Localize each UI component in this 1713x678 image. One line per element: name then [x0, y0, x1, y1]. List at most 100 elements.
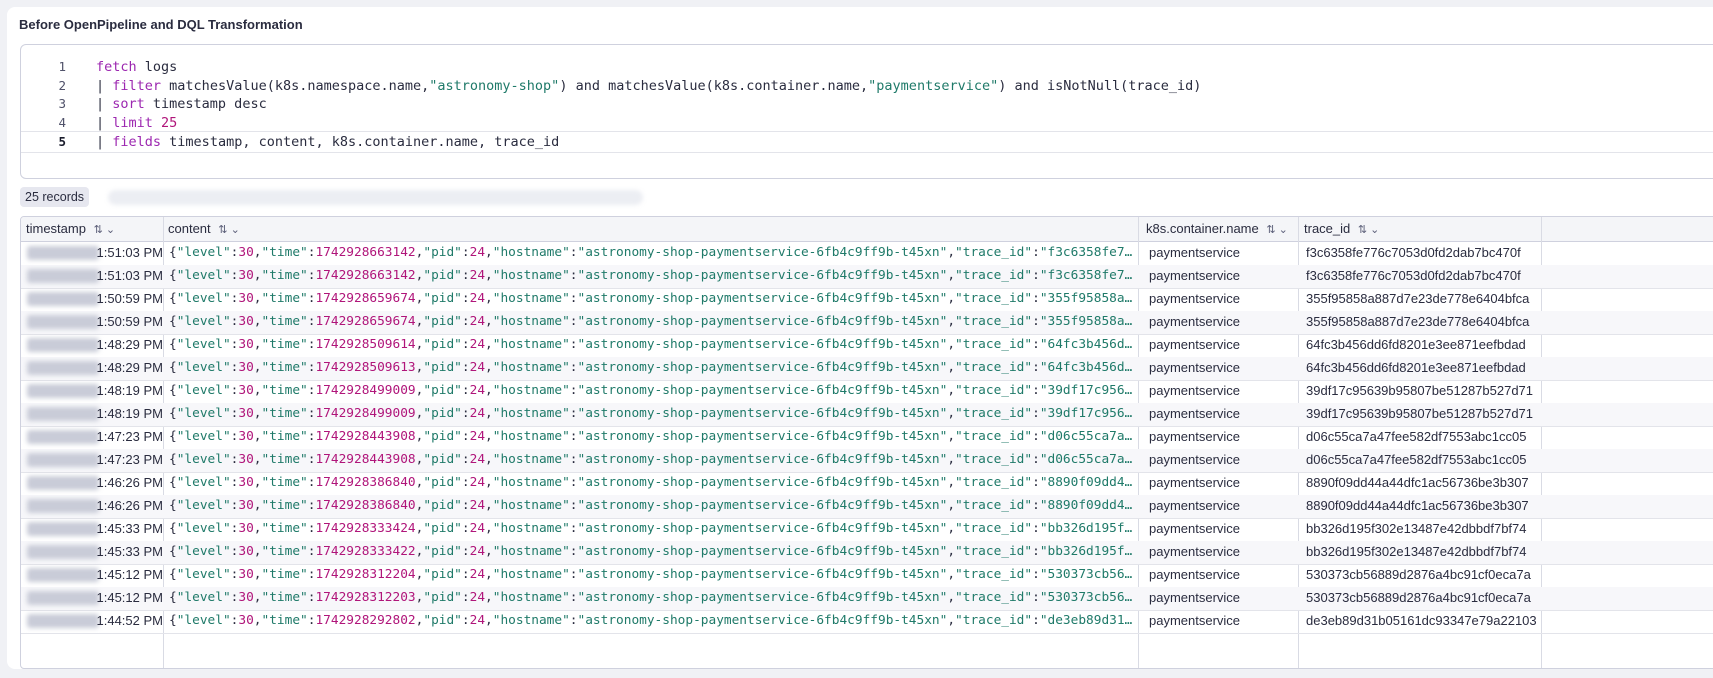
json-punct: :	[461, 245, 470, 260]
json-key: "pid"	[423, 498, 462, 513]
editor-line[interactable]: 3 | sort timestamp desc	[21, 94, 1713, 114]
content-cell: {"level":30,"time":1742928312204,"pid":2…	[169, 564, 1134, 586]
json-string: "64fc3b456d…	[1039, 337, 1133, 352]
table-row[interactable]: 1:44:52 PM {"level":30,"time":17429282928…	[21, 610, 1713, 634]
dql-editor[interactable]: 1 fetch logs 2 | filter matchesValue(k8s.na…	[20, 44, 1713, 179]
json-punct: ,	[485, 406, 493, 421]
json-key: "trace_id"	[955, 268, 1033, 283]
json-punct: :	[569, 613, 578, 628]
json-punct: ,	[485, 268, 493, 283]
json-key: "hostname"	[492, 590, 570, 605]
json-key: "trace_id"	[955, 360, 1033, 375]
json-key: "time"	[261, 567, 308, 582]
sort-icon[interactable]: ⇅	[218, 224, 227, 236]
chevron-down-icon[interactable]: ⌄	[231, 224, 240, 236]
json-key: "hostname"	[492, 245, 570, 260]
line-number: 3	[58, 96, 66, 111]
editor-line[interactable]: 2 | filter matchesValue(k8s.namespace.nam…	[21, 76, 1713, 96]
code-token: matchesValue(k8s.namespace.name,	[161, 77, 430, 94]
table-row[interactable]: 1:50:59 PM {"level":30,"time":17429286596…	[21, 288, 1713, 312]
table-row[interactable]: 1:48:19 PM {"level":30,"time":17429284990…	[21, 403, 1713, 427]
table-row[interactable]: 1:48:29 PM {"level":30,"time":17429285096…	[21, 334, 1713, 358]
json-punct: :	[461, 452, 470, 467]
json-punct: :	[1032, 498, 1040, 513]
json-punct: ,	[253, 314, 262, 329]
json-string: "64fc3b456d…	[1039, 360, 1133, 375]
json-string: "39df17c956…	[1039, 406, 1133, 421]
table-row[interactable]: 1:46:26 PM {"level":30,"time":17429283868…	[21, 495, 1713, 519]
json-punct: ,	[253, 475, 262, 490]
table-row[interactable]: 1:47:23 PM {"level":30,"time":17429284439…	[21, 426, 1713, 450]
json-punct: :	[1032, 383, 1040, 398]
table-row[interactable]: 1:51:03 PM {"level":30,"time":17429286631…	[21, 242, 1713, 266]
json-key: "time"	[261, 383, 308, 398]
json-punct: ,	[485, 291, 493, 306]
code-text[interactable]: | limit 25	[96, 113, 177, 133]
json-punct: ,	[947, 268, 956, 283]
sort-icon[interactable]: ⇅	[94, 224, 103, 236]
json-string: "530373cb56…	[1039, 567, 1133, 582]
json-key: "time"	[261, 475, 308, 490]
timestamp-cell: 1:47:23 PM	[96, 429, 164, 444]
table-row[interactable]: 1:45:12 PM {"level":30,"time":17429283122…	[21, 587, 1713, 611]
json-string: "bb326d195f…	[1039, 521, 1133, 536]
json-punct: :	[1032, 613, 1040, 628]
table-row[interactable]: 1:48:19 PM {"level":30,"time":17429284990…	[21, 380, 1713, 404]
editor-line[interactable]: 5 | fields timestamp, content, k8s.contai…	[21, 131, 1713, 153]
table-row[interactable]: 1:45:33 PM {"level":30,"time":17429283334…	[21, 518, 1713, 542]
json-key: "pid"	[423, 337, 462, 352]
json-punct: :	[569, 475, 578, 490]
table-row[interactable]: 1:50:59 PM {"level":30,"time":17429286596…	[21, 311, 1713, 335]
column-header-content[interactable]: content ⇅ ⌄	[168, 217, 240, 241]
json-punct: ,	[485, 337, 493, 352]
table-row[interactable]: 1:47:23 PM {"level":30,"time":17429284439…	[21, 449, 1713, 473]
table-row[interactable]: 1:51:03 PM {"level":30,"time":17429286631…	[21, 265, 1713, 289]
container-cell: paymentservice	[1149, 544, 1241, 559]
line-number: 1	[58, 59, 66, 74]
json-number: 30	[238, 406, 254, 421]
json-punct: :	[461, 337, 470, 352]
table-row[interactable]: 1:48:29 PM {"level":30,"time":17429285096…	[21, 357, 1713, 381]
json-string: "astronomy-shop-paymentservice-6fb4c9ff9…	[577, 268, 948, 283]
sort-icon[interactable]: ⇅	[1358, 224, 1367, 236]
json-punct: ,	[485, 521, 493, 536]
json-punct: ,	[947, 337, 956, 352]
chevron-down-icon[interactable]: ⌄	[1370, 224, 1379, 236]
json-number: 1742928663142	[315, 268, 416, 283]
trace-id-cell: d06c55ca7a47fee582df7553abc1cc05	[1306, 429, 1527, 444]
column-header-timestamp[interactable]: timestamp ⇅ ⌄	[26, 217, 115, 241]
chevron-down-icon[interactable]: ⌄	[1279, 224, 1288, 236]
json-string: "8890f09dd4…	[1039, 475, 1133, 490]
editor-line[interactable]: 1 fetch logs	[21, 57, 1713, 77]
code-text[interactable]: | filter matchesValue(k8s.namespace.name…	[96, 76, 1201, 96]
json-key: "hostname"	[492, 406, 570, 421]
json-punct: ,	[253, 360, 262, 375]
json-key: "trace_id"	[955, 475, 1033, 490]
content-cell: {"level":30,"time":1742928509614,"pid":2…	[169, 334, 1134, 356]
json-punct: :	[461, 590, 470, 605]
column-header-trace-id[interactable]: trace_id ⇅ ⌄	[1304, 217, 1379, 241]
content-cell: {"level":30,"time":1742928333424,"pid":2…	[169, 518, 1134, 540]
json-punct: ,	[253, 521, 262, 536]
column-header-container[interactable]: k8s.container.name ⇅ ⌄	[1146, 217, 1288, 241]
line-number: 5	[58, 134, 66, 149]
json-number: 30	[238, 452, 254, 467]
code-text[interactable]: | fields timestamp, content, k8s.contain…	[96, 132, 559, 152]
json-punct: :	[1032, 337, 1040, 352]
code-text[interactable]: | sort timestamp desc	[96, 94, 267, 114]
editor-line[interactable]: 4 | limit 25	[21, 113, 1713, 133]
json-number: 24	[469, 268, 486, 283]
json-number: 1742928659674	[315, 314, 416, 329]
table-row[interactable]: 1:45:33 PM {"level":30,"time":17429283334…	[21, 541, 1713, 565]
json-key: "level"	[176, 498, 231, 513]
json-key: "time"	[261, 360, 308, 375]
code-text[interactable]: fetch logs	[96, 57, 177, 77]
chevron-down-icon[interactable]: ⌄	[106, 224, 115, 236]
json-punct: :	[569, 406, 578, 421]
table-row[interactable]: 1:45:12 PM {"level":30,"time":17429283122…	[21, 564, 1713, 588]
sort-icon[interactable]: ⇅	[1266, 224, 1275, 236]
trace-id-cell: 39df17c95639b95807be51287b527d71	[1306, 383, 1534, 398]
container-cell: paymentservice	[1149, 475, 1241, 490]
table-row[interactable]: 1:46:26 PM {"level":30,"time":17429283868…	[21, 472, 1713, 496]
